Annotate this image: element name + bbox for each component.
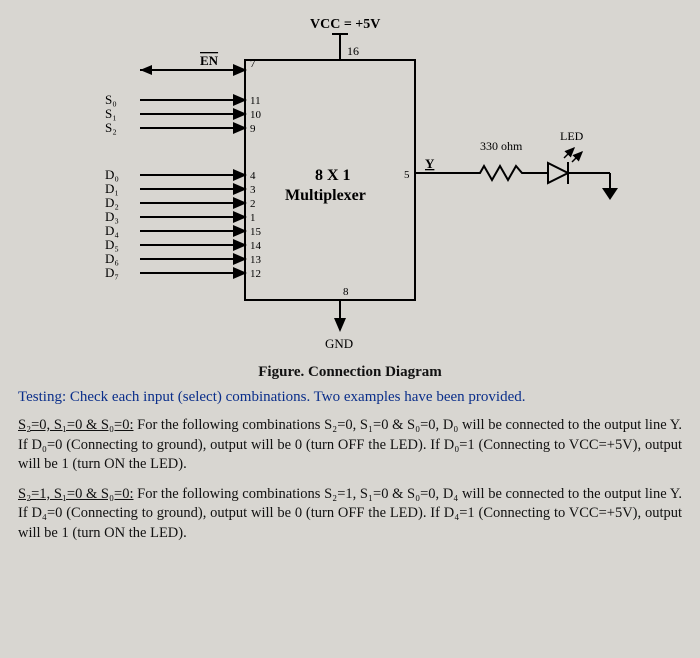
pin-en: 7 xyxy=(250,58,256,70)
gnd-label: GND xyxy=(325,336,353,351)
svg-text:13: 13 xyxy=(250,254,262,266)
vcc-label: VCC = +5V xyxy=(310,17,380,32)
svg-text:4: 4 xyxy=(250,170,256,182)
connection-diagram: VCC = +5V 16 EN 7 S₀ 11 S₁ 10 S₂ 9 D₀ 4 … xyxy=(50,10,650,360)
pin-s0: 11 xyxy=(250,95,261,107)
signal-y: Y xyxy=(425,156,435,171)
chip-title-1: 8 X 1 xyxy=(315,167,351,184)
pin-vcc: 16 xyxy=(347,44,359,58)
chip-title-2: Multiplexer xyxy=(285,187,366,204)
svg-text:D₃: D₃ xyxy=(105,209,119,224)
pin-s1: 10 xyxy=(250,109,262,121)
svg-text:D₇: D₇ xyxy=(105,265,119,280)
svg-text:3: 3 xyxy=(250,184,256,196)
pin-s2: 9 xyxy=(250,123,256,135)
resistor-label: 330 ohm xyxy=(480,139,523,153)
example-2: S₂=1, S₁=0 & S₀=0: For the following com… xyxy=(18,485,682,544)
led-icon xyxy=(548,163,568,183)
svg-text:12: 12 xyxy=(250,268,261,280)
testing-line: Testing: Check each input (select) combi… xyxy=(18,389,682,406)
data-lines: D₀ 4 D₁ 3 D₂ 2 D₃ 1 D₄ 15 D₅ 14 D₆ 13 D₇… xyxy=(105,167,262,280)
select-lines: S₀ 11 S₁ 10 S₂ 9 xyxy=(105,92,262,135)
figure-caption: Figure. Connection Diagram xyxy=(18,364,682,381)
example-1: S₂=0, S₁=0 & S₀=0: For the following com… xyxy=(18,416,682,475)
svg-text:15: 15 xyxy=(250,226,262,238)
svg-text:D₁: D₁ xyxy=(105,181,119,196)
signal-s0: S₀ xyxy=(105,92,117,107)
resistor-icon xyxy=(470,166,532,180)
signal-s1: S₁ xyxy=(105,106,117,121)
signal-s2: S₂ xyxy=(105,120,117,135)
example-1-lead: S₂=0, S₁=0 & S₀=0: xyxy=(18,417,134,433)
pin-gnd: 8 xyxy=(343,286,349,298)
pin-y: 5 xyxy=(404,169,410,181)
svg-text:D₀: D₀ xyxy=(105,167,119,182)
svg-text:D₄: D₄ xyxy=(105,223,119,238)
svg-text:D₅: D₅ xyxy=(105,237,119,252)
svg-text:1: 1 xyxy=(250,212,256,224)
led-label: LED xyxy=(560,129,584,143)
svg-text:D₆: D₆ xyxy=(105,251,119,266)
svg-text:2: 2 xyxy=(250,198,256,210)
example-2-lead: S₂=1, S₁=0 & S₀=0: xyxy=(18,486,134,502)
enable-label: EN xyxy=(200,53,219,68)
svg-text:14: 14 xyxy=(250,240,262,252)
ground-icon xyxy=(602,188,618,200)
svg-text:D₂: D₂ xyxy=(105,195,119,210)
diagram-svg: VCC = +5V 16 EN 7 S₀ 11 S₁ 10 S₂ 9 D₀ 4 … xyxy=(50,10,650,360)
